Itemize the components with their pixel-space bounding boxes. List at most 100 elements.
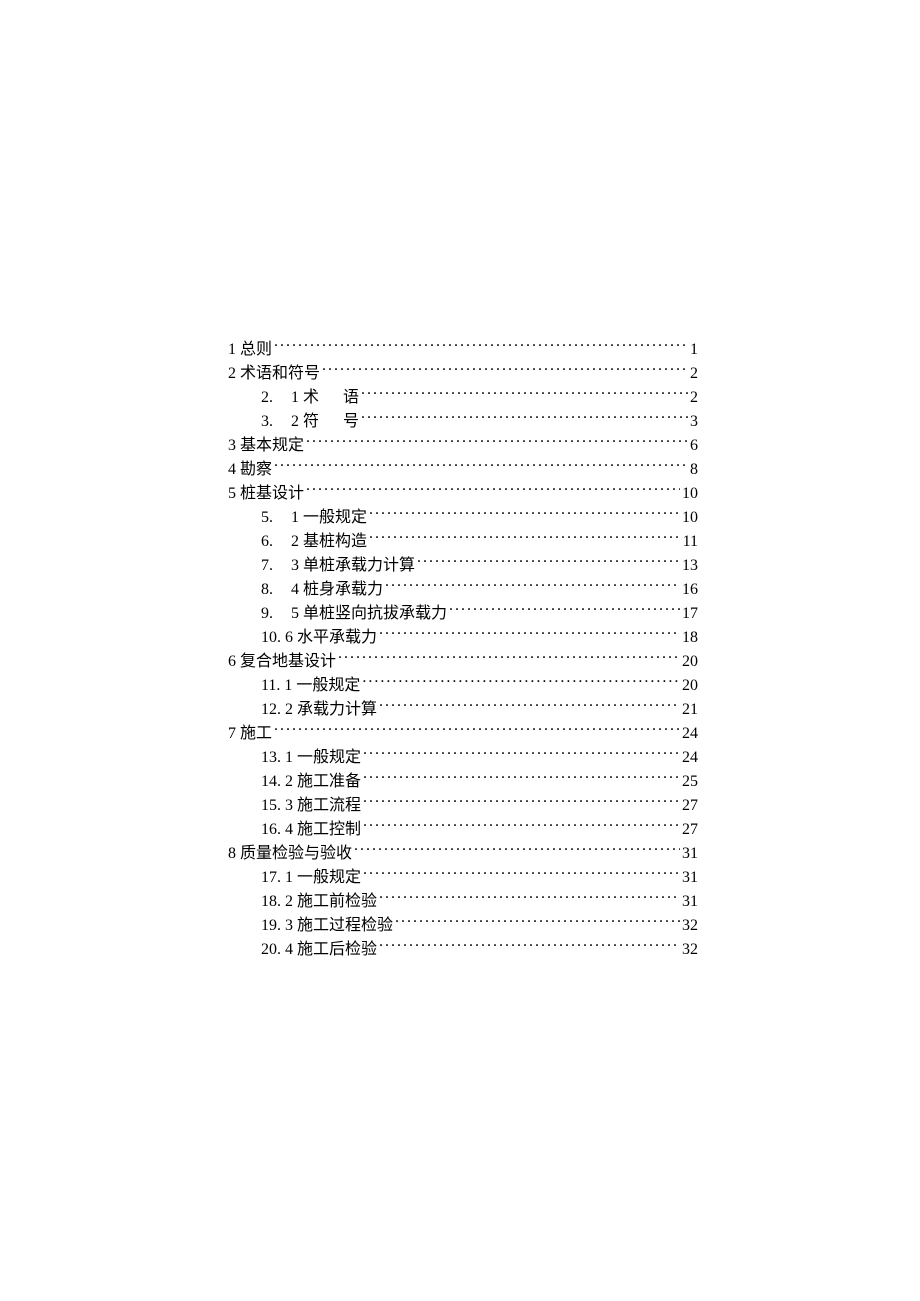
toc-leader-dots	[363, 770, 680, 786]
toc-leader-dots	[379, 626, 680, 642]
toc-leader-dots	[361, 410, 688, 426]
toc-entry-label: 7.3 单桩承载力计算	[261, 554, 415, 578]
toc-entry-title: 施工前检验	[297, 893, 377, 910]
toc-entry: 14. 2 施工准备 25	[228, 770, 698, 794]
toc-entry-title: 施工控制	[297, 821, 361, 838]
toc-entry-subnum: 4	[291, 581, 303, 598]
toc-entry-title: 施工准备	[297, 773, 361, 790]
toc-entry-subnum: 3	[285, 917, 297, 934]
toc-entry-subnum: 2	[285, 773, 297, 790]
toc-entry-title: 一般规定	[296, 677, 360, 694]
toc-leader-dots	[274, 458, 688, 474]
toc-entry-title: 施工流程	[297, 797, 361, 814]
toc-leader-dots	[417, 554, 680, 570]
toc-entry: 2 术语和符号 2	[228, 362, 698, 386]
toc-entry-label: 4 勘察	[228, 458, 272, 482]
toc-entry-title: 一般规定	[303, 509, 367, 526]
toc-entry-page: 32	[682, 914, 698, 938]
toc-entry-page: 24	[682, 746, 698, 770]
toc-leader-dots	[306, 482, 680, 498]
toc-leader-dots	[385, 578, 680, 594]
toc-entry-title: 一般规定	[297, 869, 361, 886]
toc-entry-prefix: 6.	[261, 530, 291, 554]
toc-entry-label: 6 复合地基设计	[228, 650, 336, 674]
toc-leader-dots	[363, 818, 680, 834]
toc-entry-prefix: 3.	[261, 410, 291, 434]
toc-entry-subnum: 2	[291, 533, 303, 550]
toc-entry-title: 承载力计算	[297, 701, 377, 718]
toc-entry: 13. 1 一般规定 24	[228, 746, 698, 770]
toc-entry-label: 3 基本规定	[228, 434, 304, 458]
toc-entry-page: 25	[682, 770, 698, 794]
toc-entry-title: 符	[303, 413, 319, 430]
toc-entry: 17. 1 一般规定 31	[228, 866, 698, 890]
toc-entry: 9.5 单桩竖向抗拔承载力 17	[228, 602, 698, 626]
toc-entry-label: 1 总则	[228, 338, 272, 362]
toc-leader-dots	[274, 338, 688, 354]
toc-entry-subnum: 3	[285, 797, 297, 814]
toc-entry: 8.4 桩身承载力 16	[228, 578, 698, 602]
toc-entry-page: 20	[682, 650, 698, 674]
toc-entry-prefix: 18.	[261, 893, 285, 910]
toc-entry-page: 31	[682, 842, 698, 866]
toc-entry: 11. 1 一般规定 20	[228, 674, 698, 698]
toc-leader-dots	[306, 434, 688, 450]
toc-entry-page: 31	[682, 866, 698, 890]
toc-entry-label: 13. 1 一般规定	[261, 746, 361, 770]
toc-entry-label: 17. 1 一般规定	[261, 866, 361, 890]
toc-entry-prefix: 19.	[261, 917, 285, 934]
toc-entry: 1 总则 1	[228, 338, 698, 362]
toc-entry-prefix: 7.	[261, 554, 291, 578]
toc-entry-label: 7 施工	[228, 722, 272, 746]
toc-entry-subnum: 1	[291, 389, 303, 406]
toc-entry: 2.1 术 语 2	[228, 386, 698, 410]
toc-entry-label: 2.1 术 语	[261, 386, 359, 410]
toc-entry: 18. 2 施工前检验 31	[228, 890, 698, 914]
toc-entry-title: 一般规定	[297, 749, 361, 766]
toc-entry-page: 27	[682, 818, 698, 842]
toc-entry: 3.2 符 号 3	[228, 410, 698, 434]
toc-entry-title: 术	[303, 389, 319, 406]
toc-entry-page: 24	[682, 722, 698, 746]
toc-entry-subnum: 1	[291, 509, 303, 526]
toc-entry: 3 基本规定 6	[228, 434, 698, 458]
toc-leader-dots	[361, 386, 688, 402]
toc-entry-page: 1	[690, 338, 698, 362]
toc-leader-dots	[449, 602, 680, 618]
toc-entry-page: 32	[682, 938, 698, 962]
toc-entry-subnum: 6	[285, 629, 297, 646]
toc-entry: 12. 2 承载力计算 21	[228, 698, 698, 722]
toc-entry-prefix: 15.	[261, 797, 285, 814]
toc-entry-title: 桩身承载力	[303, 581, 383, 598]
toc-leader-dots	[363, 794, 680, 810]
toc-entry-label: 5 桩基设计	[228, 482, 304, 506]
toc-entry-page: 11	[683, 530, 698, 554]
toc-entry-label: 9.5 单桩竖向抗拔承载力	[261, 602, 447, 626]
toc-entry-page: 20	[682, 674, 698, 698]
toc-entry-page: 2	[690, 386, 698, 410]
toc-leader-dots	[379, 938, 680, 954]
toc-entry-label: 5.1 一般规定	[261, 506, 367, 530]
toc-entry-page: 31	[682, 890, 698, 914]
toc-leader-dots	[369, 506, 680, 522]
toc-entry-title: 基桩构造	[303, 533, 367, 550]
toc-leader-dots	[362, 674, 680, 690]
toc-entry-page: 13	[682, 554, 698, 578]
toc-entry: 16. 4 施工控制 27	[228, 818, 698, 842]
toc-leader-dots	[369, 530, 681, 546]
toc-entry-page: 16	[682, 578, 698, 602]
toc-entry: 10. 6 水平承载力 18	[228, 626, 698, 650]
toc-entry-title: 施工后检验	[297, 941, 377, 958]
toc-entry-prefix: 17.	[261, 869, 285, 886]
toc-entry-label: 20. 4 施工后检验	[261, 938, 377, 962]
toc-entry-prefix: 11.	[261, 677, 284, 694]
toc-entry-page: 10	[682, 506, 698, 530]
toc-leader-dots	[354, 842, 680, 858]
toc-entry-title: 水平承载力	[297, 629, 377, 646]
toc-entry-subnum: 1	[285, 749, 297, 766]
toc-entry: 6 复合地基设计 20	[228, 650, 698, 674]
toc-leader-dots	[379, 890, 680, 906]
toc-entry-prefix: 5.	[261, 506, 291, 530]
toc-entry-label: 6.2 基桩构造	[261, 530, 367, 554]
toc-entry: 7 施工 24	[228, 722, 698, 746]
